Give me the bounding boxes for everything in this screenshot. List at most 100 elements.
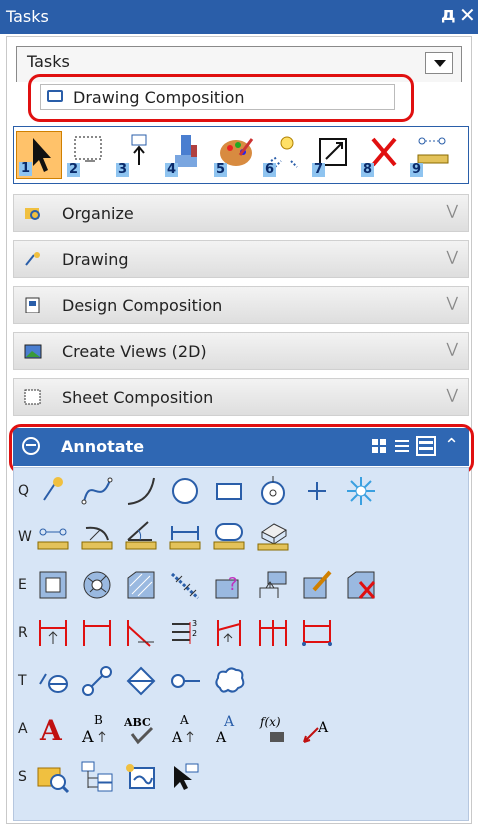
chevron-down-icon[interactable]: ⋁: [447, 295, 458, 311]
sparkle-icon[interactable]: [344, 474, 378, 508]
section-design-composition[interactable]: Design Composition ⋁: [13, 286, 469, 324]
document-icon: [25, 297, 40, 313]
dimension-ordinate-icon[interactable]: 32: [168, 616, 202, 650]
dimension-size-icon[interactable]: [80, 616, 114, 650]
tag-diamond-icon[interactable]: [124, 664, 158, 698]
cloud-icon[interactable]: [212, 664, 246, 698]
measure-tool[interactable]: 9: [408, 131, 454, 179]
section-label: Organize: [62, 204, 134, 223]
rectangle-icon[interactable]: [212, 474, 246, 508]
tool-number: 7: [312, 162, 326, 177]
point-icon[interactable]: [300, 474, 334, 508]
tasks-combo[interactable]: Tasks: [16, 46, 462, 82]
measure-volume-icon[interactable]: [256, 520, 290, 554]
text-stack-icon[interactable]: BA: [80, 712, 114, 746]
dimension-angle-icon[interactable]: [124, 616, 158, 650]
palette-tool[interactable]: 5: [212, 131, 258, 179]
crosshatch-icon[interactable]: [80, 568, 114, 602]
dimension-arc-icon[interactable]: [212, 616, 246, 650]
delete-pattern-icon[interactable]: [344, 568, 378, 602]
annotate-tools: Q W E ? R 32 T A A B A ABC A A A A f(x) …: [13, 467, 469, 821]
section-sheet-composition[interactable]: Sheet Composition ⋁: [13, 378, 469, 416]
measure-radius-icon[interactable]: [80, 520, 114, 554]
tool-number: 2: [67, 162, 81, 177]
chevron-down-icon[interactable]: ⋁: [447, 249, 458, 265]
icon-view-icon[interactable]: [371, 438, 387, 454]
panel-view-icon[interactable]: [416, 436, 436, 456]
tool-row-a: A A BA ABC AA AA f(x) A: [14, 707, 468, 752]
linear-pattern-icon[interactable]: [168, 568, 202, 602]
row-key: W: [18, 529, 32, 545]
place-note-icon[interactable]: [36, 474, 70, 508]
section-label: Sheet Composition: [62, 388, 214, 407]
section-drawing[interactable]: Drawing ⋁: [13, 240, 469, 278]
cell-place-icon[interactable]: [124, 760, 158, 794]
measure-distance-icon[interactable]: [36, 520, 70, 554]
cell-tree-icon[interactable]: [80, 760, 114, 794]
section-label: Create Views (2D): [62, 342, 207, 361]
cell-select-icon[interactable]: [168, 760, 202, 794]
tool-number: 5: [214, 162, 228, 177]
edit-pattern-icon[interactable]: [300, 568, 334, 602]
dimension-element-icon[interactable]: [36, 616, 70, 650]
task-drawing-composition[interactable]: Drawing Composition: [40, 84, 395, 110]
text-leader-icon[interactable]: A: [300, 712, 334, 746]
measure-length-icon[interactable]: [168, 520, 202, 554]
tool-number: 6: [263, 162, 277, 177]
dimension-box-icon[interactable]: [300, 616, 334, 650]
measure-area-icon[interactable]: [212, 520, 246, 554]
element-selection-tool[interactable]: 1: [16, 131, 62, 179]
pattern-area-icon[interactable]: [124, 568, 158, 602]
delete-tool[interactable]: 8: [359, 131, 405, 179]
hatch-area-icon[interactable]: [36, 568, 70, 602]
chevron-up-icon[interactable]: ⌃: [444, 435, 459, 456]
row-key: S: [18, 769, 27, 785]
folder-search-icon: [25, 208, 40, 220]
section-label: Drawing: [62, 250, 129, 269]
tool-number: 4: [165, 162, 179, 177]
chevron-down-icon[interactable]: ⋁: [447, 203, 458, 219]
formula-icon[interactable]: f(x): [256, 712, 290, 746]
bspline-icon[interactable]: [80, 474, 114, 508]
brush-tool[interactable]: 4: [163, 131, 209, 179]
measure-angle-icon[interactable]: [124, 520, 158, 554]
match-pattern-icon[interactable]: [256, 568, 290, 602]
text-edit-icon[interactable]: AA: [212, 712, 246, 746]
tool-row-q: Q: [14, 469, 468, 514]
tool-number: 3: [116, 162, 130, 177]
place-fence-tool[interactable]: 2: [65, 131, 111, 179]
chevron-down-icon[interactable]: ⋁: [447, 387, 458, 403]
tool-toolbar: 1 2 3 4 5 6 7 8 9: [13, 126, 469, 184]
show-pattern-icon[interactable]: ?: [212, 568, 246, 602]
place-tag-icon[interactable]: [36, 664, 70, 698]
arc-icon[interactable]: [124, 474, 158, 508]
list-view-icon[interactable]: [394, 438, 410, 454]
sheet-icon: [24, 389, 41, 405]
text-copy-icon[interactable]: AA: [168, 712, 202, 746]
section-label: Design Composition: [62, 296, 223, 315]
circle-center-icon[interactable]: [256, 474, 290, 508]
place-text-icon[interactable]: A: [36, 712, 70, 746]
section-create-views[interactable]: Create Views (2D) ⋁: [13, 332, 469, 370]
highlight-tool[interactable]: 6: [261, 131, 307, 179]
callout-icon[interactable]: [168, 664, 202, 698]
tool-row-t: T: [14, 659, 468, 704]
spell-check-icon[interactable]: ABC: [124, 712, 158, 746]
window-icon: [47, 90, 63, 102]
svg-text:A: A: [179, 713, 189, 727]
link-tag-icon[interactable]: [80, 664, 114, 698]
move-tool[interactable]: 3: [114, 131, 160, 179]
title-bar: Tasks д ✕: [0, 0, 478, 34]
cell-browse-icon[interactable]: [36, 760, 70, 794]
pin-icon[interactable]: д: [441, 4, 456, 25]
window-title: Tasks: [6, 7, 49, 26]
chevron-down-icon[interactable]: ⋁: [447, 341, 458, 357]
dimension-chain-icon[interactable]: [256, 616, 290, 650]
circle-icon[interactable]: [168, 474, 202, 508]
scale-tool[interactable]: 7: [310, 131, 356, 179]
section-annotate[interactable]: Annotate ⌃: [13, 428, 469, 466]
section-organize[interactable]: Organize ⋁: [13, 194, 469, 232]
close-icon[interactable]: ✕: [459, 3, 476, 27]
chevron-down-icon[interactable]: [425, 52, 453, 74]
svg-text:?: ?: [228, 574, 238, 595]
